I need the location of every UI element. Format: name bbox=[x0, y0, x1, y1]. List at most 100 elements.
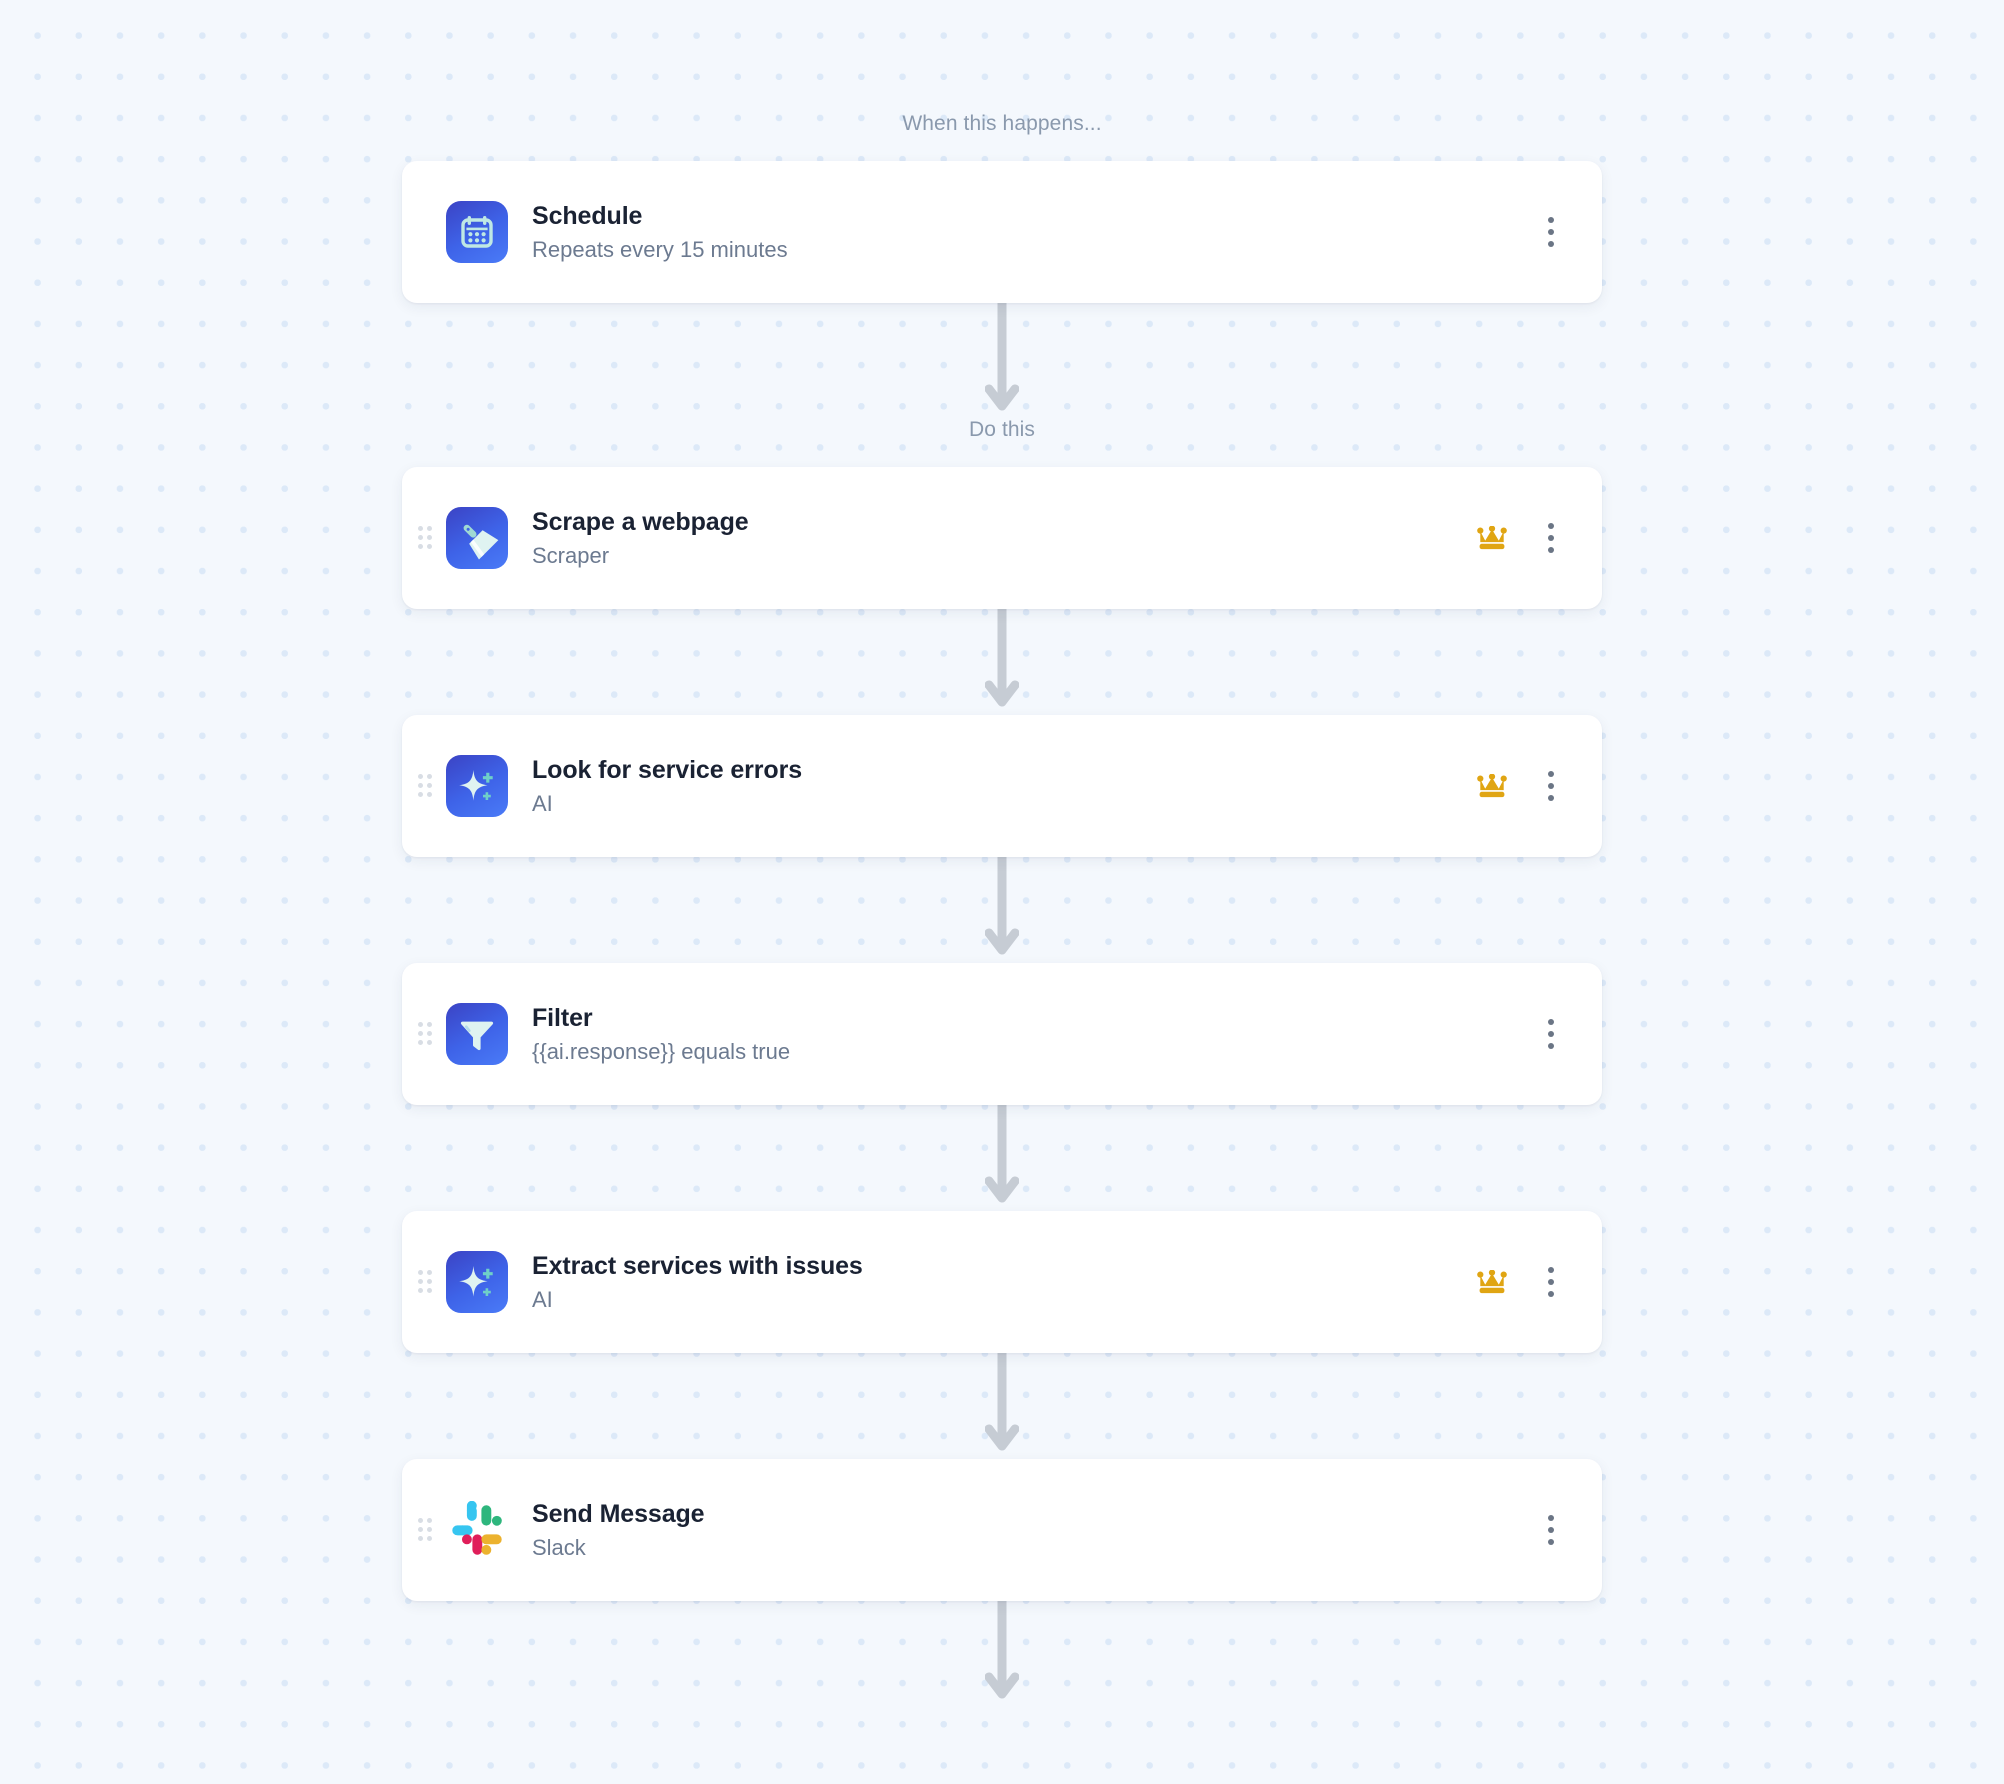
step-subtitle: Repeats every 15 minutes bbox=[532, 236, 788, 262]
drag-dot bbox=[427, 1279, 432, 1284]
drag-dot bbox=[418, 783, 423, 788]
drag-dot bbox=[427, 535, 432, 540]
drag-handle[interactable] bbox=[418, 526, 432, 550]
kebab-dot bbox=[1548, 1291, 1554, 1297]
step-menu-button[interactable] bbox=[1534, 1508, 1568, 1552]
step-title: Extract services with issues bbox=[532, 1251, 863, 1280]
kebab-dot bbox=[1548, 1267, 1554, 1273]
connector-arrow bbox=[985, 1105, 1019, 1211]
kebab-dot bbox=[1548, 229, 1554, 235]
drag-dot bbox=[427, 1527, 432, 1532]
step-menu-button[interactable] bbox=[1534, 764, 1568, 808]
kebab-dot bbox=[1548, 795, 1554, 801]
drag-dot bbox=[427, 1031, 432, 1036]
workflow-step-card-filter[interactable]: Filter {{ai.response}} equals true bbox=[402, 963, 1602, 1105]
premium-crown-icon[interactable] bbox=[1472, 766, 1512, 806]
workflow-step-card-scrape-a-webpage[interactable]: Scrape a webpage Scraper bbox=[402, 467, 1602, 609]
ai-sparkle-icon bbox=[446, 1251, 508, 1313]
ai-sparkle-icon bbox=[446, 755, 508, 817]
kebab-dot bbox=[1548, 783, 1554, 789]
drag-dot bbox=[418, 1288, 423, 1293]
step-menu-button[interactable] bbox=[1534, 516, 1568, 560]
drag-dot bbox=[427, 783, 432, 788]
step-title: Scrape a webpage bbox=[532, 507, 749, 536]
drag-dot bbox=[418, 535, 423, 540]
drag-dot bbox=[427, 1022, 432, 1027]
card-text-block: Scrape a webpage Scraper bbox=[532, 506, 1452, 570]
step-subtitle: AI bbox=[532, 1286, 553, 1312]
premium-crown-icon[interactable] bbox=[1472, 1262, 1512, 1302]
card-text-block: Send Message Slack bbox=[532, 1498, 1514, 1562]
step-title: Look for service errors bbox=[532, 755, 803, 784]
drag-dot bbox=[427, 1518, 432, 1523]
kebab-dot bbox=[1548, 1279, 1554, 1285]
workflow-step-card-schedule[interactable]: Schedule Repeats every 15 minutes bbox=[402, 161, 1602, 303]
kebab-dot bbox=[1548, 1527, 1554, 1533]
drag-dot bbox=[427, 1270, 432, 1275]
drag-dot bbox=[418, 544, 423, 549]
drag-dot bbox=[418, 792, 423, 797]
drag-dot bbox=[418, 1022, 423, 1027]
drag-dot bbox=[418, 1536, 423, 1541]
action-section-caption: Do this bbox=[968, 418, 1036, 441]
drag-dot bbox=[418, 774, 423, 779]
card-actions bbox=[1534, 210, 1568, 254]
drag-handle[interactable] bbox=[418, 774, 432, 798]
step-subtitle: Slack bbox=[532, 1534, 586, 1560]
step-menu-button[interactable] bbox=[1534, 210, 1568, 254]
kebab-dot bbox=[1548, 241, 1554, 247]
step-title: Schedule bbox=[532, 201, 643, 230]
workflow-canvas[interactable]: When this happens... Schedule Repeats ev… bbox=[0, 0, 2004, 1784]
drag-dot bbox=[418, 1518, 423, 1523]
step-menu-button[interactable] bbox=[1534, 1260, 1568, 1304]
drag-handle[interactable] bbox=[418, 1270, 432, 1294]
workflow-step-card-send-message[interactable]: Send Message Slack bbox=[402, 1459, 1602, 1601]
card-text-block: Extract services with issues AI bbox=[532, 1250, 1452, 1314]
drag-dot bbox=[418, 1040, 423, 1045]
card-text-block: Look for service errors AI bbox=[532, 754, 1452, 818]
drag-dot bbox=[427, 526, 432, 531]
slack-icon bbox=[446, 1499, 508, 1561]
connector-arrow-trailing bbox=[985, 1601, 1019, 1711]
drag-handle[interactable] bbox=[418, 1518, 432, 1542]
drag-dot bbox=[427, 792, 432, 797]
workflow-step-card-look-for-service-errors[interactable]: Look for service errors AI bbox=[402, 715, 1602, 857]
premium-crown-icon[interactable] bbox=[1472, 518, 1512, 558]
kebab-dot bbox=[1548, 547, 1554, 553]
filter-funnel-icon bbox=[446, 1003, 508, 1065]
drag-dot bbox=[427, 774, 432, 779]
kebab-dot bbox=[1548, 771, 1554, 777]
step-subtitle: Scraper bbox=[532, 542, 610, 568]
drag-dot bbox=[427, 1536, 432, 1541]
calendar-icon bbox=[446, 201, 508, 263]
drag-handle[interactable] bbox=[418, 1022, 432, 1046]
drag-dot bbox=[418, 526, 423, 531]
step-title: Filter bbox=[532, 1003, 593, 1032]
drag-dot bbox=[418, 1270, 423, 1275]
workflow-step-card-extract-services-with-issues[interactable]: Extract services with issues AI bbox=[402, 1211, 1602, 1353]
drag-dot bbox=[427, 544, 432, 549]
card-actions bbox=[1534, 1508, 1568, 1552]
connector-arrow bbox=[985, 609, 1019, 715]
card-actions bbox=[1534, 1012, 1568, 1056]
card-actions bbox=[1472, 516, 1568, 560]
workflow-step-list: When this happens... Schedule Repeats ev… bbox=[402, 0, 1602, 1711]
scraper-icon bbox=[446, 507, 508, 569]
step-subtitle: AI bbox=[532, 790, 553, 816]
kebab-dot bbox=[1548, 1043, 1554, 1049]
kebab-dot bbox=[1548, 1031, 1554, 1037]
step-menu-button[interactable] bbox=[1534, 1012, 1568, 1056]
drag-dot bbox=[418, 1279, 423, 1284]
card-text-block: Schedule Repeats every 15 minutes bbox=[532, 200, 1514, 264]
drag-dot bbox=[427, 1040, 432, 1045]
card-text-block: Filter {{ai.response}} equals true bbox=[532, 1002, 1514, 1066]
step-title: Send Message bbox=[532, 1499, 705, 1528]
kebab-dot bbox=[1548, 217, 1554, 223]
drag-dot bbox=[418, 1031, 423, 1036]
kebab-dot bbox=[1548, 1515, 1554, 1521]
card-actions bbox=[1472, 1260, 1568, 1304]
drag-dot bbox=[418, 1527, 423, 1532]
connector-arrow bbox=[985, 303, 1019, 419]
kebab-dot bbox=[1548, 535, 1554, 541]
drag-dot bbox=[427, 1288, 432, 1293]
